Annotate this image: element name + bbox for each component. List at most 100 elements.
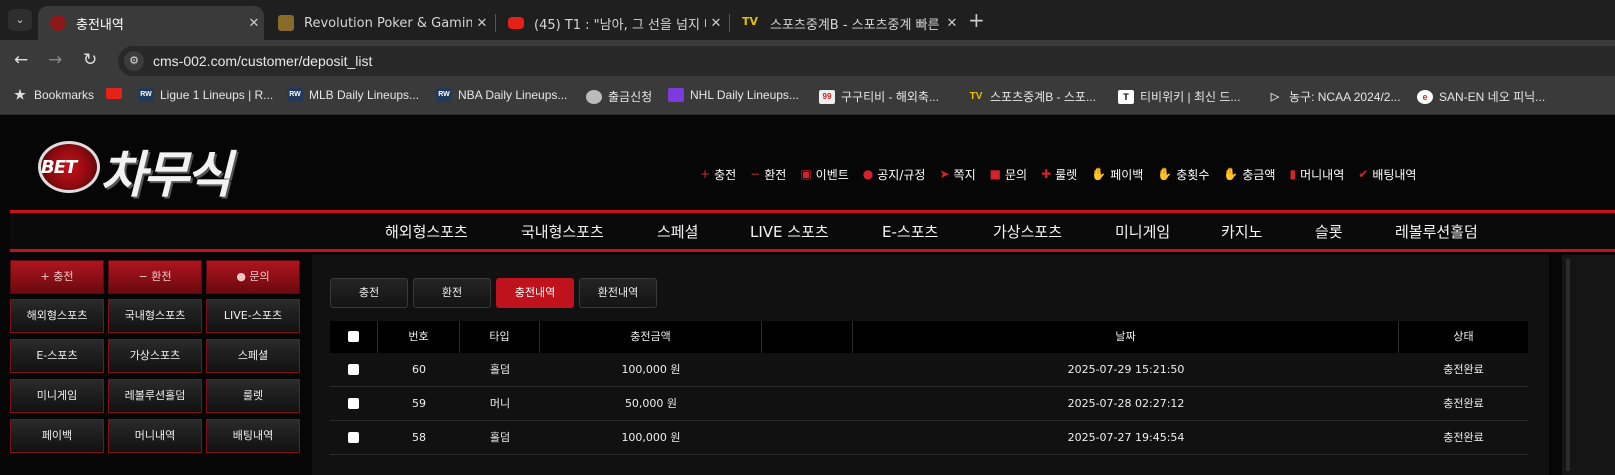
top-menu-money-history[interactable]: ▮ 머니내역 [1289,163,1344,185]
cell-type: 홀덤 [489,363,511,376]
sidebar-live-sports[interactable]: LIVE-스포츠 [206,299,300,333]
top-menu-label: 페이백 [1110,167,1144,182]
logo-bet-text: BET [41,157,77,178]
subtab-deposit[interactable]: 충전 [330,278,408,308]
hand-icon: ✋ [1091,167,1107,181]
subtab-deposit-history[interactable]: 충전내역 [496,278,574,308]
tab-search-button[interactable]: ⌄ [8,9,32,31]
top-menu-label: 이벤트 [815,167,849,182]
subtab-withdraw[interactable]: 환전 [413,278,491,308]
top-menu-bet-history[interactable]: ✔ 배팅내역 [1358,163,1416,185]
bookmark-withdraw[interactable]: 출금신청 [586,88,652,105]
bookmarks-bar: ★ Bookmarks RW Ligue 1 Lineups | R... RW ML… [0,82,1615,115]
sidebar-roulette[interactable]: 룰렛 [206,379,300,413]
main-nav-revolution-holdem[interactable]: 레볼루션홀덤 [1395,221,1478,242]
bookmark-nhl[interactable]: NHL Daily Lineups... [668,88,799,102]
top-menu-label: 공지/규정 [877,167,926,182]
main-nav-slot[interactable]: 슬롯 [1315,221,1343,242]
main-nav-esports[interactable]: E-스포츠 [882,221,938,242]
sidebar-minigame[interactable]: 미니게임 [10,379,104,413]
bookmark-ncaa[interactable]: ▷ 농구: NCAA 2024/2... [1267,88,1401,105]
main-nav-virtual-sports[interactable]: 가상스포츠 [993,221,1062,242]
tab-title: 충전내역 [76,17,124,33]
close-icon[interactable]: ✕ [244,16,264,31]
site-info-icon[interactable]: ⚙ [124,51,144,71]
close-icon[interactable]: ✕ [472,16,492,31]
sidebar-payback[interactable]: 페이백 [10,419,104,453]
cell-number: 59 [412,397,426,410]
top-menu-inquiry[interactable]: ■ 문의 [990,163,1027,185]
main-nav-special[interactable]: 스페셜 [657,221,698,242]
main-nav-domestic-sports[interactable]: 국내형스포츠 [521,221,604,242]
cell-amount: 50,000 원 [624,397,678,410]
row-checkbox[interactable] [348,398,359,409]
back-icon[interactable]: ← [14,50,28,70]
sidebar-revolution-holdem[interactable]: 레볼루션홀덤 [108,379,202,413]
sidebar-domestic-sports[interactable]: 국내형스포츠 [108,299,202,333]
main-nav-live-sports[interactable]: LIVE 스포츠 [750,221,829,242]
youtube-icon [106,88,122,99]
tab-youtube[interactable]: (45) T1 : "남아, 그 선을 넘지 마 ✕ [496,6,726,40]
tv99-icon: 99 [819,89,835,104]
top-menu-payback[interactable]: ✋ 페이백 [1091,163,1143,185]
top-menu-message[interactable]: ➤ 쪽지 [939,163,975,185]
bookmarks-folder[interactable]: ★ Bookmarks [12,88,94,103]
sidebar-virtual-sports[interactable]: 가상스포츠 [108,339,202,373]
sidebar-deposit[interactable]: + 충전 [10,260,104,294]
bookmark-san-en[interactable]: e SAN-EN 네오 피닉... [1417,88,1545,105]
subtab-withdraw-history[interactable]: 환전내역 [579,278,657,308]
send-icon: ➤ [939,167,950,181]
tab-revolution-poker[interactable]: Revolution Poker & Gaming ✕ [266,6,492,40]
alert-icon: ● [236,270,250,283]
close-icon[interactable]: ✕ [942,16,962,31]
scroll-track[interactable] [1566,259,1570,471]
top-menu-deposit-count[interactable]: ✋ 충횟수 [1157,163,1209,185]
trash-icon: ▮ [1289,167,1297,181]
site-logo[interactable]: BET 차무식 [38,135,288,204]
bookmark-mlb[interactable]: RW MLB Daily Lineups... [287,88,419,102]
main-nav-overseas-sports[interactable]: 해외형스포츠 [385,221,468,242]
sidebar-overseas-sports[interactable]: 해외형스포츠 [10,299,104,333]
reload-icon[interactable]: ↻ [83,50,97,70]
sidebar-withdraw[interactable]: − 환전 [108,260,202,294]
sidebar-money-history[interactable]: 머니내역 [108,419,202,453]
top-menu-event[interactable]: ▣ 이벤트 [800,163,848,185]
bookmark-nba[interactable]: RW NBA Daily Lineups... [436,88,567,102]
table-row[interactable]: 58 홀덤 100,000 원 2025-07-27 19:45:54 충전완료 [330,421,1528,455]
main-nav-casino[interactable]: 카지노 [1221,221,1262,242]
rw-icon: RW [138,88,154,102]
top-menu-label: 쪽지 [953,167,976,182]
sidebar-special[interactable]: 스페셜 [206,339,300,373]
url-text[interactable]: cms-002.com/customer/deposit_list [153,53,372,69]
top-menu-roulette[interactable]: ✚ 룰렛 [1041,163,1077,185]
top-menu-deposit-amount[interactable]: ✋ 충금액 [1223,163,1275,185]
top-menu-withdraw[interactable]: − 환전 [750,163,786,185]
tab-title: 스포츠중계B - 스포츠중계 빠른 [770,17,940,33]
top-menu-notice[interactable]: ● 공지/규정 [863,163,926,185]
sidebar-bet-history[interactable]: 배팅내역 [206,419,300,453]
bookmark-youtube[interactable] [106,88,128,99]
bookmark-tvwiki[interactable]: T 티비위키 | 최신 드... [1118,88,1240,105]
table-row[interactable]: 60 홀덤 100,000 원 2025-07-29 15:21:50 충전완료 [330,353,1528,387]
row-checkbox[interactable] [348,364,359,375]
tab-title: Revolution Poker & Gaming [304,15,472,31]
bookmark-ligue1[interactable]: RW Ligue 1 Lineups | R... [138,88,273,102]
right-panel-scrollbar[interactable] [1562,255,1615,475]
forward-icon[interactable]: → [48,50,62,70]
sidebar-inquiry[interactable]: ● 문의 [206,260,300,294]
select-all-checkbox[interactable] [348,331,359,342]
sidebar-esports[interactable]: E-스포츠 [10,339,104,373]
row-checkbox[interactable] [348,432,359,443]
tab-sports-stream[interactable]: TV 스포츠중계B - 스포츠중계 빠른 ✕ [730,6,962,40]
main-nav-minigame[interactable]: 미니게임 [1115,221,1170,242]
circle-icon: e [1417,89,1433,104]
tab-title: (45) T1 : "남아, 그 선을 넘지 마 [534,17,706,33]
tab-deposit-list[interactable]: 충전내역 ✕ [38,6,264,40]
bookmark-99tv[interactable]: 99 구구티비 - 해외축... [819,88,939,105]
table-row[interactable]: 59 머니 50,000 원 2025-07-28 02:27:12 충전완료 [330,387,1528,421]
deposit-list-panel: 충전 환전 충전내역 환전내역 번호 타입 충전금액 날짜 상태 60 홀덤 1… [312,255,1549,475]
bookmark-sports-b[interactable]: TV 스포츠중계B - 스포... [968,88,1096,105]
top-menu-deposit[interactable]: + 충전 [700,163,736,185]
new-tab-button[interactable]: + [968,8,985,32]
close-icon[interactable]: ✕ [706,16,726,31]
